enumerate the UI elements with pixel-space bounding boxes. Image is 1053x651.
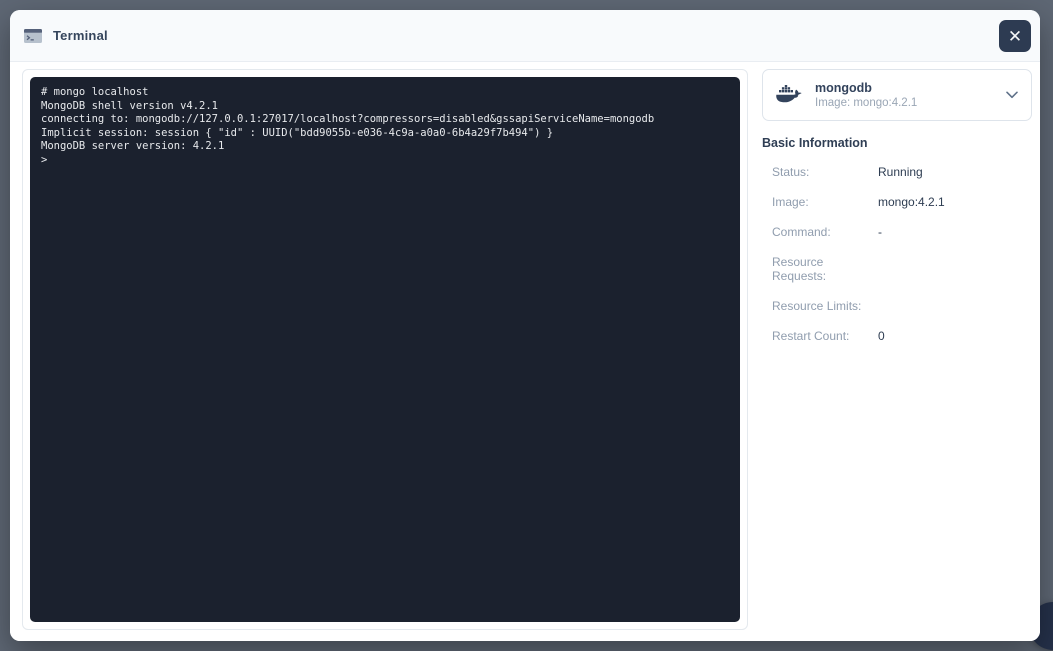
info-label: Resource Limits:: [772, 299, 878, 313]
terminal-window-icon: [24, 29, 42, 43]
close-button[interactable]: ✕: [999, 20, 1031, 52]
container-info-panel: mongodb Image: mongo:4.2.1 Basic Informa…: [762, 69, 1032, 630]
info-value: -: [878, 225, 1032, 239]
terminal-modal: Terminal ✕ # mongo localhost MongoDB she…: [10, 10, 1040, 641]
info-row: Resource Limits:: [762, 291, 1032, 321]
basic-information-rows: Status: Running Image: mongo:4.2.1 Comma…: [762, 157, 1032, 351]
terminal-output[interactable]: # mongo localhost MongoDB shell version …: [30, 77, 740, 622]
info-row: Restart Count: 0: [762, 321, 1032, 351]
info-row: Resource Requests:: [762, 247, 1032, 291]
modal-body: # mongo localhost MongoDB shell version …: [10, 62, 1040, 641]
modal-title: Terminal: [53, 28, 108, 43]
page-backdrop: Terminal ✕ # mongo localhost MongoDB she…: [0, 0, 1053, 651]
info-label: Image:: [772, 195, 878, 209]
docker-icon: [776, 85, 802, 105]
info-row: Status: Running: [762, 157, 1032, 187]
container-image-subtitle: Image: mongo:4.2.1: [815, 96, 1006, 111]
terminal-line: # mongo localhost: [41, 86, 729, 100]
close-icon: ✕: [1008, 28, 1022, 45]
info-value: mongo:4.2.1: [878, 195, 1032, 209]
terminal-card: # mongo localhost MongoDB shell version …: [22, 69, 748, 630]
info-value: Running: [878, 165, 1032, 179]
terminal-line: connecting to: mongodb://127.0.0.1:27017…: [41, 113, 729, 127]
info-label: Status:: [772, 165, 878, 179]
container-selector-text: mongodb Image: mongo:4.2.1: [815, 80, 1006, 111]
terminal-line: MongoDB server version: 4.2.1: [41, 140, 729, 154]
container-selector-dropdown[interactable]: mongodb Image: mongo:4.2.1: [762, 69, 1032, 121]
info-row: Command: -: [762, 217, 1032, 247]
info-label: Restart Count:: [772, 329, 878, 343]
basic-information-heading: Basic Information: [762, 136, 1032, 150]
terminal-line: >: [41, 154, 729, 168]
terminal-line: Implicit session: session { "id" : UUID(…: [41, 127, 729, 141]
terminal-line: MongoDB shell version v4.2.1: [41, 100, 729, 114]
info-value: 0: [878, 329, 1032, 343]
container-name: mongodb: [815, 80, 1006, 96]
chevron-down-icon: [1006, 91, 1018, 99]
info-label: Command:: [772, 225, 878, 239]
info-row: Image: mongo:4.2.1: [762, 187, 1032, 217]
info-label: Resource Requests:: [772, 255, 878, 283]
modal-header: Terminal ✕: [10, 10, 1040, 62]
